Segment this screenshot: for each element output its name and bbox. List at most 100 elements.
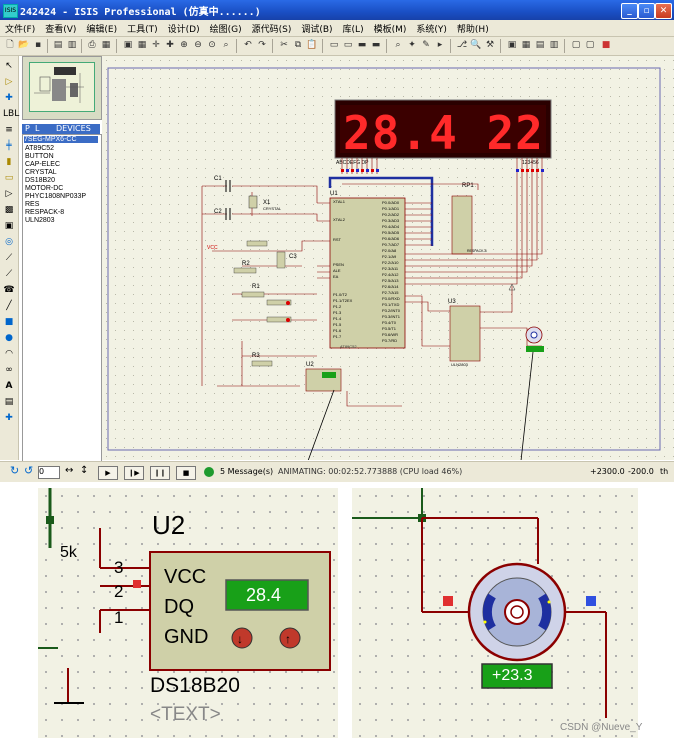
schematic-canvas[interactable]: 28.4 22 ABCDEFG DP 123456 U1 AT89C52 XTA… [102,56,674,460]
device-pins-icon[interactable]: ▷ [3,188,15,200]
block-copy-icon[interactable]: ▭ [328,39,340,51]
rotation-field[interactable]: 0 [38,466,60,479]
generator-icon[interactable]: ◎ [3,236,15,248]
list-item[interactable]: PHYC1808NP033P [25,193,86,200]
export-icon[interactable]: ▥ [66,39,78,51]
2d-text-icon[interactable]: A [3,380,15,392]
voltage-probe-icon[interactable]: ⟋ [3,252,15,264]
redo-icon[interactable]: ↷ [256,39,268,51]
text-script-icon[interactable]: ≡ [3,124,15,136]
menu-graph[interactable]: 绘图(G) [205,20,247,35]
2d-circle-icon[interactable]: ● [3,332,15,344]
wire-label-icon[interactable]: LBL [3,108,19,120]
bus-icon[interactable]: ╪ [3,140,15,152]
wire-autoroute-icon[interactable]: ⎇ [456,39,468,51]
current-probe-icon[interactable]: ⟋ [3,268,15,280]
menu-view[interactable]: 查看(V) [40,20,81,35]
list-item[interactable]: 7SEG-MPX6-CC [24,136,98,143]
menu-debug[interactable]: 调试(B) [296,20,337,35]
paste-icon[interactable]: 📋 [306,39,318,51]
isis-app-icon[interactable]: ISIS [3,4,18,18]
flip-icon[interactable]: ↕ [80,465,88,476]
2d-box-icon[interactable]: ■ [3,316,15,328]
grid-icon[interactable]: ▦ [136,39,148,51]
selection-mode-icon[interactable]: ↖ [3,60,15,72]
menu-template[interactable]: 模板(M) [369,20,412,35]
open-folder-icon[interactable]: 📂 [18,39,30,51]
message-count[interactable]: 5 Message(s) [220,467,273,476]
print-icon[interactable]: ⎙ [86,39,98,51]
block-move-icon[interactable]: ▭ [342,39,354,51]
erc-icon[interactable]: ▢ [570,39,582,51]
2d-arc-icon[interactable]: ◠ [3,348,15,360]
undo-icon[interactable]: ↶ [242,39,254,51]
print-area-icon[interactable]: ▦ [100,39,112,51]
menu-edit[interactable]: 编辑(E) [81,20,122,35]
zoom-out-icon[interactable]: ⊖ [192,39,204,51]
junction-dot-icon[interactable]: ✚ [3,92,15,104]
property-tool-icon[interactable]: ⚒ [484,39,496,51]
stop-button[interactable]: ■ [176,466,196,480]
overview-window[interactable] [22,56,102,120]
minimize-button[interactable]: _ [621,3,638,19]
ares-icon[interactable]: ■ [600,39,612,51]
copy-icon[interactable]: ⧉ [292,39,304,51]
2d-marker-icon[interactable]: ✚ [3,412,15,424]
exit-parent-icon[interactable]: ▤ [534,39,546,51]
make-device-icon[interactable]: ✦ [406,39,418,51]
terminals-icon[interactable]: ▭ [3,172,15,184]
close-button[interactable]: ✕ [655,3,672,19]
block-rotate-icon[interactable]: ▬ [356,39,368,51]
component-mode-icon[interactable]: ▷ [3,76,15,88]
zoom-in-icon[interactable]: ⊕ [178,39,190,51]
2d-path-icon[interactable]: ∞ [3,364,15,376]
remove-sheet-icon[interactable]: ▦ [520,39,532,51]
tab-pick[interactable]: P [25,124,30,133]
play-button[interactable]: ▶ [98,466,118,480]
rotate-ccw-icon[interactable]: ↺ [24,464,33,477]
cut-icon[interactable]: ✂ [278,39,290,51]
pack-icon[interactable]: ▸ [434,39,446,51]
pick-device-icon[interactable]: ⌕ [392,39,404,51]
save-icon[interactable]: ▪ [32,39,44,51]
menu-tools[interactable]: 工具(T) [122,20,163,35]
list-item[interactable]: ULN2803 [25,217,55,224]
new-file-icon[interactable]: 🗋 [4,39,16,51]
list-item[interactable]: RES [25,201,39,208]
rotate-cw-icon[interactable]: ↻ [10,464,19,477]
menu-system[interactable]: 系统(Y) [411,20,452,35]
new-sheet-icon[interactable]: ▣ [506,39,518,51]
origin-icon[interactable]: ✛ [150,39,162,51]
list-item[interactable]: RESPACK-8 [25,209,64,216]
step-button[interactable]: ❙▶ [124,466,144,480]
menu-design[interactable]: 设计(D) [163,20,205,35]
block-delete-icon[interactable]: ▬ [370,39,382,51]
list-item[interactable]: AT89C52 [25,145,54,152]
menu-library[interactable]: 库(L) [338,20,369,35]
tab-library[interactable]: L [35,124,39,133]
menu-file[interactable]: 文件(F) [0,20,40,35]
netlist-icon[interactable]: ▢ [584,39,596,51]
search-icon[interactable]: 🔍 [470,39,482,51]
menu-source[interactable]: 源代码(S) [247,20,297,35]
decompose-icon[interactable]: ✎ [420,39,432,51]
import-icon[interactable]: ▤ [52,39,64,51]
list-item[interactable]: MOTOR-DC [25,185,63,192]
list-item[interactable]: CRYSTAL [25,169,57,176]
list-item[interactable]: DS18B20 [25,177,55,184]
zoom-area-icon[interactable]: ⌕ [220,39,232,51]
pause-button[interactable]: ❙❙ [150,466,170,480]
refresh-icon[interactable]: ▣ [122,39,134,51]
graph-icon[interactable]: ▩ [3,204,15,216]
bom-icon[interactable]: ▥ [548,39,560,51]
list-item[interactable]: CAP-ELEC [25,161,60,168]
tape-recorder-icon[interactable]: ▣ [3,220,15,232]
list-item[interactable]: BUTTON [25,153,54,160]
menu-help[interactable]: 帮助(H) [452,20,494,35]
2d-symbol-icon[interactable]: ▤ [3,396,15,408]
device-list[interactable]: 7SEG-MPX6-CC AT89C52 BUTTON CAP-ELEC CRY… [22,134,102,462]
2d-line-icon[interactable]: ╱ [3,300,15,312]
mirror-icon[interactable]: ↔ [65,465,73,476]
pan-icon[interactable]: ✚ [164,39,176,51]
zoom-all-icon[interactable]: ⊙ [206,39,218,51]
